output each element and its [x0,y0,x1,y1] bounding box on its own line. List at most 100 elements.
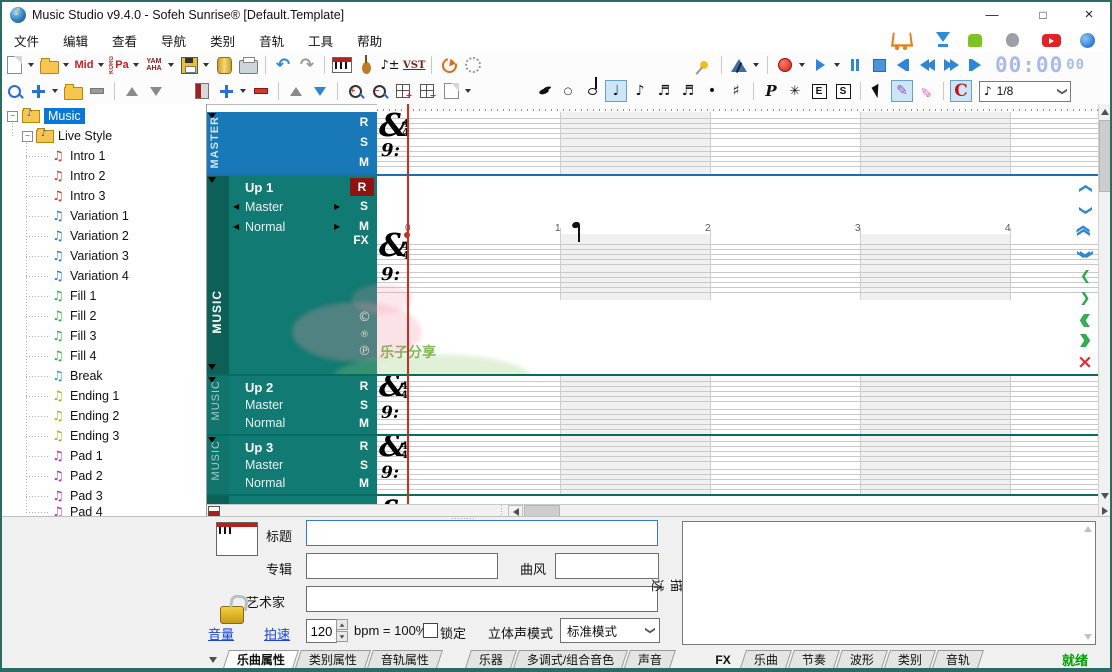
menu-edit[interactable]: 编辑 [51,31,100,50]
unlock-icon[interactable] [220,606,244,624]
prev-arrow-icon[interactable]: ◀ [233,202,239,211]
duration-select[interactable]: ♪ 1/8 ❯ [979,81,1071,102]
snowflake-tool[interactable]: ✳ [784,80,806,102]
collapse-triangle-icon[interactable] [208,177,216,183]
move-up-icon[interactable] [121,80,143,102]
record-button[interactable] [774,54,796,76]
tree-item[interactable]: ♫Ending 1 [50,387,119,405]
delete-note-button[interactable]: × [1074,352,1096,372]
master-staff[interactable]: & 9: 44 [377,112,1098,174]
stereo-mode-select[interactable]: 标准模式 ❯ [560,618,660,643]
redo-icon[interactable]: ↷ [296,54,318,76]
title-input[interactable] [306,520,658,546]
tree-item[interactable]: ♫Pad 1 [50,447,103,465]
up1-staff[interactable]: 0 1 2 3 4 & 9: 44 [377,176,1098,374]
vscroll-up-button[interactable] [1098,106,1112,118]
up1-instrument[interactable]: Master [245,200,283,214]
menu-navigate[interactable]: 导航 [149,31,198,50]
tree-item[interactable]: ♫Variation 2 [50,227,129,245]
tab-sound[interactable]: 声音 [624,650,676,668]
up2-record-button[interactable]: R [354,379,374,393]
view-options-dropdown[interactable] [465,89,471,93]
eraser-tool[interactable]: ✎ [915,80,937,102]
desc-scroll-up[interactable] [1082,523,1094,535]
tab-category-properties[interactable]: 类别属性 [295,650,371,668]
timeline-ruler[interactable] [377,104,1098,112]
tempo-link[interactable]: 拍速 [264,624,290,643]
quarter-note-tool[interactable]: ♩ [605,80,627,102]
up3-track-header[interactable] [207,436,377,494]
select-cursor-tool[interactable] [867,80,889,102]
refresh-icon[interactable] [438,54,460,76]
menu-tools[interactable]: 工具 [296,31,345,50]
jump-right-button[interactable]: ❯❯ [1074,330,1096,350]
up3-instrument[interactable]: Master [245,458,283,472]
menu-track[interactable]: 音轨 [247,31,296,50]
menu-view[interactable]: 查看 [100,31,149,50]
collapse-triangle-icon[interactable] [208,364,216,370]
up1-record-button[interactable]: R [350,178,374,196]
up3-staff[interactable]: & 9: 44 [377,436,1098,494]
up1-name[interactable]: Up 1 [245,180,273,195]
tree-item[interactable]: ♫Pad 2 [50,467,103,485]
move-note-up-button[interactable]: ❯ [1074,178,1096,198]
tree-root-music[interactable]: Music [22,107,85,125]
breve-note-tool[interactable] [533,80,555,102]
vst-plugins-button[interactable]: VST [403,54,425,76]
next-arrow-icon[interactable]: ▶ [334,222,340,231]
menu-category[interactable]: 类别 [198,31,247,50]
save-icon[interactable] [178,54,200,76]
up1-mute-button[interactable]: M [354,219,374,233]
partial-track-header[interactable] [207,496,377,504]
tab-rhythm[interactable]: 节奏 [788,650,840,668]
cart-icon[interactable] [891,33,913,47]
tempo-down-button[interactable] [336,631,348,642]
tab-waveform[interactable]: 波形 [836,650,888,668]
description-textarea[interactable] [682,521,1096,645]
vscroll-thumb[interactable] [1099,120,1112,192]
pause-button[interactable] [844,54,866,76]
apple-icon[interactable] [1006,33,1019,47]
up1-mode[interactable]: Normal [245,220,285,234]
maximize-button[interactable]: □ [1028,4,1058,26]
half-note-tool[interactable] [581,80,603,102]
add-track-dropdown[interactable] [240,89,246,93]
tree-item[interactable]: ♫Intro 3 [50,187,105,205]
lock-checkbox[interactable] [423,623,438,638]
remove-track-icon[interactable] [250,80,272,102]
shift-left-button[interactable]: ❯ [1074,266,1096,286]
metronome-icon[interactable] [728,54,750,76]
track-down-icon[interactable] [309,80,331,102]
tempo-input[interactable] [306,619,337,643]
tree-item[interactable]: ♫Ending 2 [50,407,119,425]
download-icon[interactable] [936,32,950,42]
delete-measure-icon[interactable]: − [416,80,438,102]
zoom-out-icon[interactable]: − [368,80,390,102]
play-button[interactable] [809,54,831,76]
minimize-button[interactable]: — [977,4,1007,26]
shift-right-button[interactable]: ❯ [1074,288,1096,308]
expression-tool[interactable]: E [808,80,830,102]
korg-pa-button[interactable]: KORGPa [108,54,130,76]
undo-icon[interactable]: ↶ [272,54,294,76]
find-icon[interactable] [3,80,25,102]
yamaha-dropdown[interactable] [168,63,174,67]
move-down-icon[interactable] [145,80,167,102]
tab-track[interactable]: 音轨 [932,650,984,668]
tree-group-live-style[interactable]: Live Style [36,127,112,145]
whole-note-tool[interactable]: ○ [557,80,579,102]
add-category-icon[interactable] [27,80,49,102]
tree-item[interactable]: ♫Fill 3 [50,327,96,345]
up2-name[interactable]: Up 2 [245,380,273,395]
add-folder-icon[interactable] [62,80,84,102]
android-icon[interactable] [968,34,982,47]
insert-measure-icon[interactable]: + [392,80,414,102]
master-mute-button[interactable]: M [354,155,374,169]
korg-dropdown[interactable] [133,63,139,67]
panel-grip[interactable] [452,518,476,519]
move-note-down-button[interactable]: ❯ [1074,200,1096,220]
sharp-tool[interactable]: ♯ [725,80,747,102]
up2-mode[interactable]: Normal [245,416,285,430]
tree-collapse-root[interactable]: − [7,111,18,122]
add-category-dropdown[interactable] [52,89,58,93]
